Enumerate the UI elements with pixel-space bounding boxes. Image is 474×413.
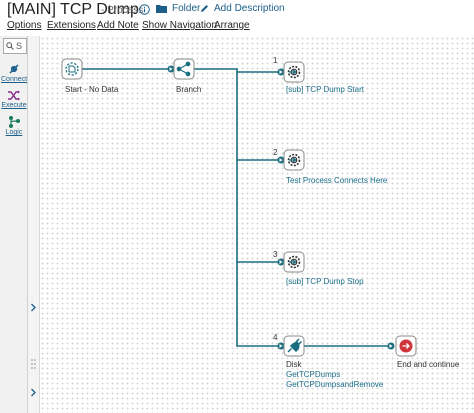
process-call-1-label[interactable]: [sub] TCP Dump Start bbox=[286, 85, 364, 95]
branch-number-3: 3 bbox=[273, 250, 278, 259]
branch-number-4: 4 bbox=[273, 333, 278, 342]
end-shape-label: End and continue bbox=[397, 360, 460, 369]
branch-shape-label: Branch bbox=[176, 85, 202, 94]
connector-lines bbox=[82, 68, 391, 347]
process-call-shape-2[interactable] bbox=[283, 149, 305, 171]
branch-number-2: 2 bbox=[273, 148, 278, 157]
disk-connection-label[interactable]: GetTCPDumps bbox=[286, 370, 340, 380]
stop-icon bbox=[399, 339, 413, 353]
branch-number-1: 1 bbox=[273, 56, 278, 65]
start-shape[interactable] bbox=[61, 58, 83, 80]
process-call-3-label[interactable]: [sub] TCP Dump Stop bbox=[286, 277, 364, 287]
branch-shape[interactable] bbox=[173, 58, 195, 80]
process-call-2-label[interactable]: Test Process Connects Here bbox=[286, 176, 387, 186]
process-diagram bbox=[61, 58, 417, 357]
connector-arrows bbox=[167, 65, 395, 350]
disk-connector-shape[interactable] bbox=[283, 335, 305, 357]
disk-shape-label: Disk bbox=[286, 360, 302, 369]
disk-operation-label[interactable]: GetTCPDumpsandRemove bbox=[286, 380, 383, 390]
start-shape-label: Start - No Data bbox=[65, 85, 119, 94]
process-call-shape-3[interactable] bbox=[283, 251, 305, 273]
end-shape[interactable] bbox=[395, 335, 417, 357]
process-call-shape-1[interactable] bbox=[283, 61, 305, 83]
